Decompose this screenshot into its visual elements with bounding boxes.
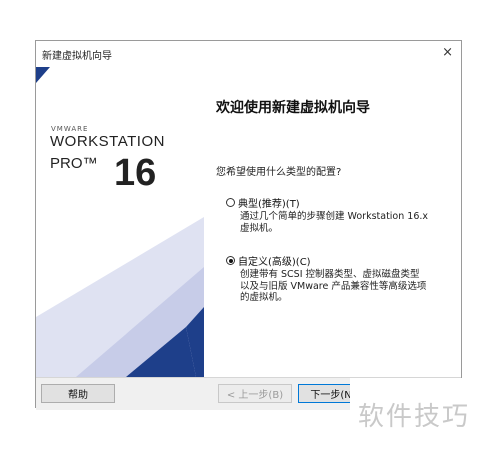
wizard-content: 欢迎使用新建虚拟机向导 您希望使用什么类型的配置? 典型(推荐)(T) 通过几个… [204, 67, 461, 377]
radio-typical[interactable] [226, 198, 235, 207]
brand-version: 16 [114, 152, 157, 194]
close-icon[interactable]: × [442, 45, 453, 61]
option-custom-label[interactable]: 自定义(高级)(C) [238, 253, 311, 268]
watermark: 软件技巧 [350, 378, 500, 454]
title-bar: 新建虚拟机向导 × [36, 41, 461, 67]
option-typical[interactable]: 典型(推荐)(T) [226, 195, 300, 210]
description-line: 创建带有 SCSI 控制器类型、虚拟磁盘类型 [240, 269, 420, 280]
config-question: 您希望使用什么类型的配置? [216, 167, 342, 178]
help-button[interactable]: 帮助 [41, 384, 115, 403]
brand-vendor: VMWARE [51, 125, 89, 133]
description-line: 的虚拟机。 [240, 292, 288, 303]
brand-product: WORKSTATION [50, 133, 165, 150]
brand-edition: PRO™ [50, 155, 98, 172]
option-typical-description: 通过几个简单的步骤创建 Workstation 16.x 虚拟机。 [240, 211, 450, 234]
product-banner: VMWARE WORKSTATION PRO™ 16 [36, 67, 204, 377]
back-button[interactable]: < 上一步(B) [218, 384, 292, 403]
option-typical-label[interactable]: 典型(推荐)(T) [238, 195, 300, 210]
watermark-text: 软件技巧 [358, 402, 471, 432]
corner-triangle [36, 67, 50, 83]
description-line: 虚拟机。 [240, 222, 279, 234]
description-line: 以及与旧版 VMware 产品兼容性等高级选项 [240, 280, 427, 292]
radio-custom[interactable] [226, 256, 235, 265]
banner-graphic [36, 67, 204, 377]
new-vm-wizard-dialog: 新建虚拟机向导 × VMWARE WORKSTATION PRO™ 16 欢迎使… [35, 40, 462, 410]
page-title: 欢迎使用新建虚拟机向导 [216, 100, 370, 116]
option-custom-description: 创建带有 SCSI 控制器类型、虚拟磁盘类型 以及与旧版 VMware 产品兼容… [240, 269, 450, 304]
window-title: 新建虚拟机向导 [42, 51, 112, 62]
description-line: 通过几个简单的步骤创建 Workstation 16.x [240, 211, 429, 222]
option-custom[interactable]: 自定义(高级)(C) [226, 253, 311, 268]
